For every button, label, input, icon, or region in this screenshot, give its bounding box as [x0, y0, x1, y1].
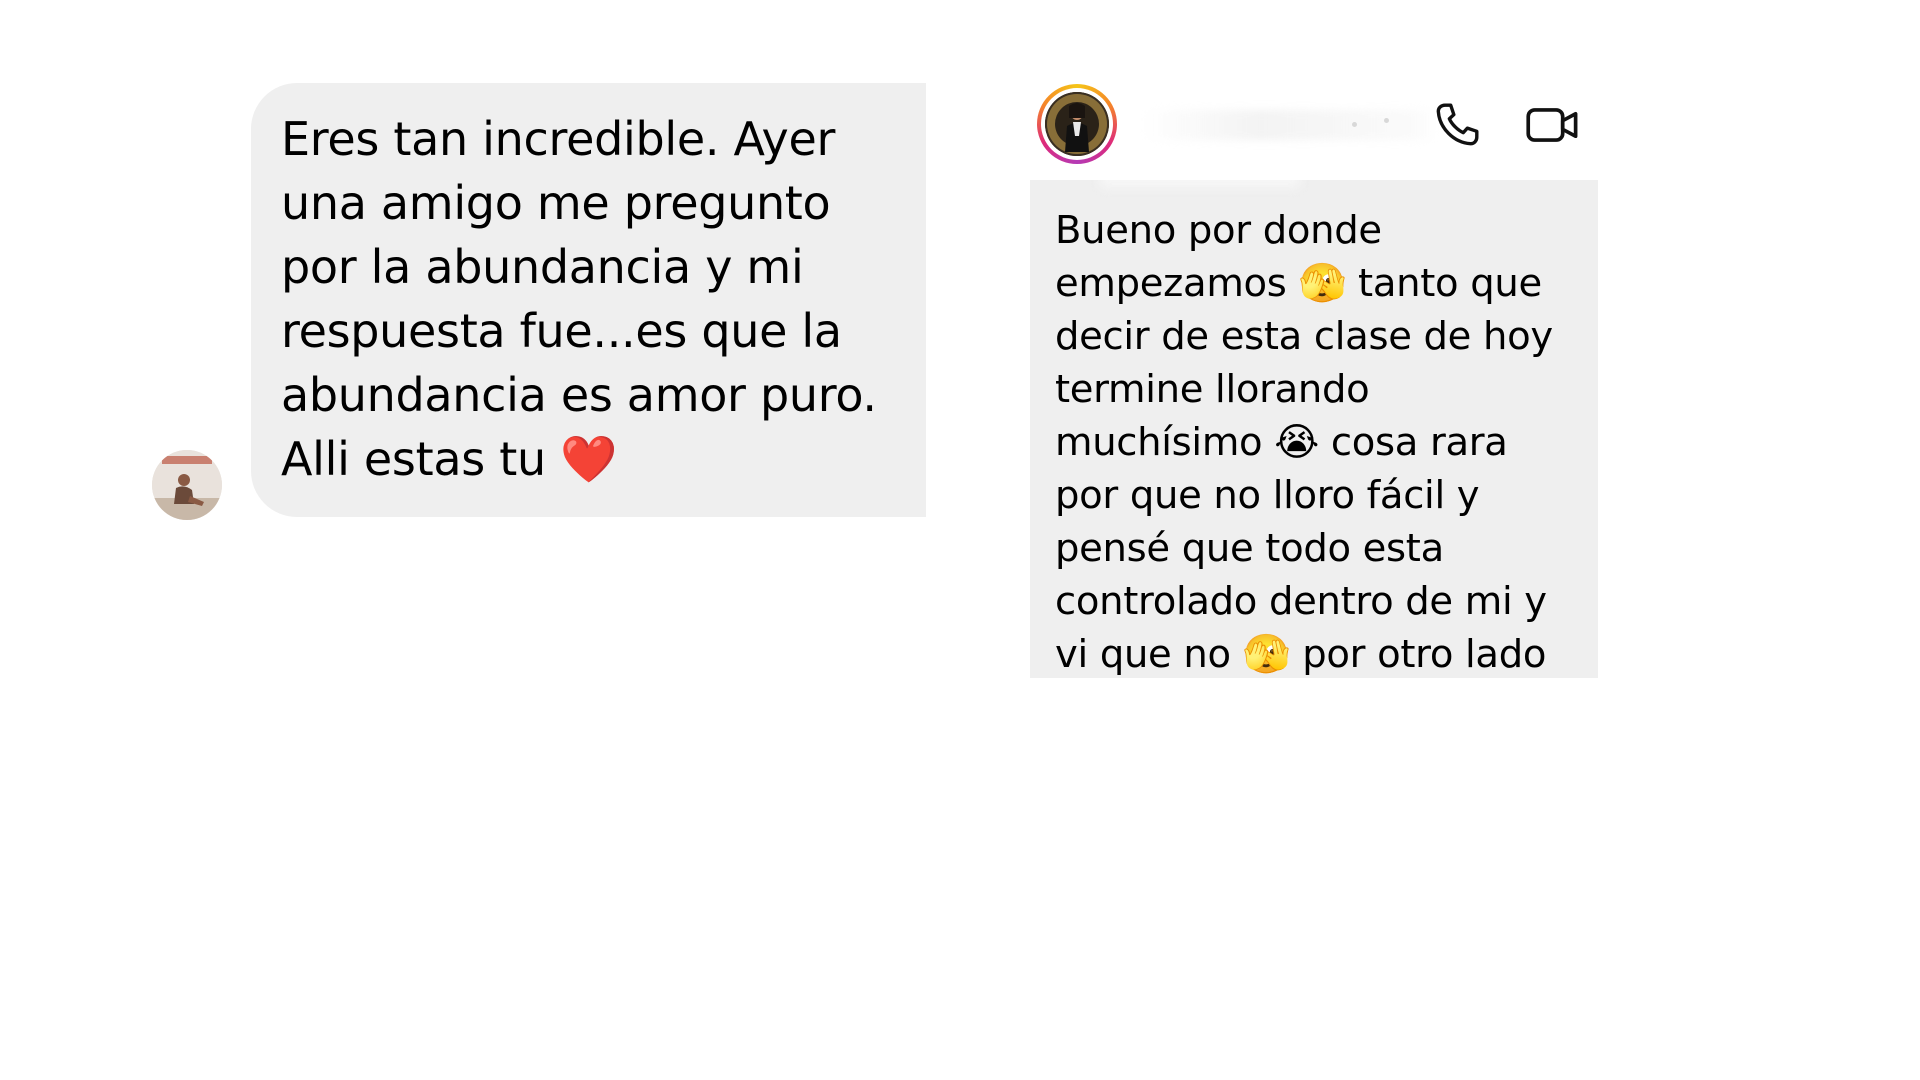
video-camera-icon [1526, 108, 1578, 142]
blur-dot [1352, 122, 1357, 127]
avatar-photo [1045, 92, 1109, 156]
phone-icon [1436, 103, 1479, 146]
blur-overlay [1100, 180, 1300, 188]
received-message-bubble[interactable]: Eres tan incredible. Ayer una amigo me p… [251, 83, 926, 517]
avatar-photo [152, 450, 222, 520]
received-message-bubble[interactable]: Bueno por donde empezamos 🫣 tanto que de… [1030, 180, 1598, 678]
message-text: Eres tan incredible. Ayer una amigo me p… [281, 112, 877, 486]
video-call-button[interactable] [1525, 98, 1581, 152]
sender-avatar[interactable] [152, 450, 222, 520]
message-text: Bueno por donde empezamos 🫣 tanto que de… [1055, 208, 1553, 677]
blurred-contact-name [1140, 110, 1440, 140]
chat-header [1030, 80, 1616, 180]
audio-call-button[interactable] [1430, 98, 1484, 152]
contact-avatar[interactable] [1037, 84, 1117, 164]
contact-avatar-photo [1045, 92, 1109, 156]
blur-dot [1384, 118, 1389, 123]
